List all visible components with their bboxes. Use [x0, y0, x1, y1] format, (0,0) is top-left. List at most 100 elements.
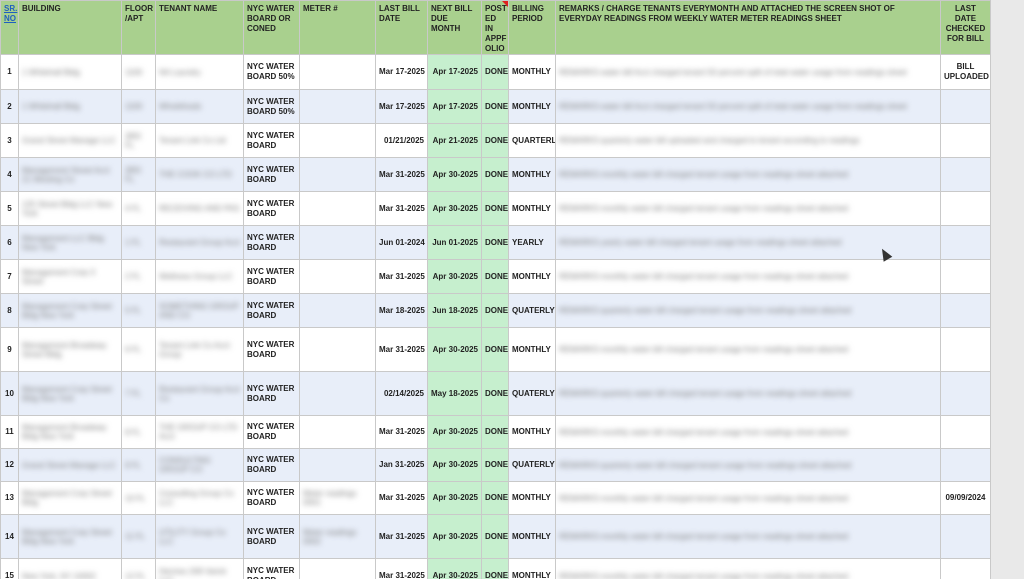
cell-floor[interactable]: 3RD FL [121, 157, 156, 192]
cell-posted[interactable]: DONE [481, 371, 509, 416]
cell-remarks[interactable]: REMARKS monthly water bill charged tenan… [555, 327, 941, 372]
cell-floor[interactable]: 12 FL [121, 558, 156, 579]
cell-posted[interactable]: DONE [481, 259, 509, 294]
cell-building[interactable]: Management Broadway Bldg New York [18, 415, 122, 449]
cell-sr-no[interactable]: 15 [0, 558, 19, 579]
cell-meter[interactable]: Meter readings 0002 [299, 514, 376, 559]
cell-meter[interactable] [299, 157, 376, 192]
cell-building[interactable]: Management Corp Street Bldg [18, 481, 122, 515]
cell-tenant[interactable]: UTILITY Group Co LLC [155, 514, 244, 559]
cell-remarks[interactable]: REMARKS quarterly water bill charged ten… [555, 371, 941, 416]
cell-remarks[interactable]: REMARKS water bill Acct charged tenant 5… [555, 89, 941, 124]
cell-next-bill[interactable]: Apr 21-2025 [427, 123, 482, 158]
cell-next-bill[interactable]: Jun 01-2025 [427, 225, 482, 260]
cell-remarks[interactable]: REMARKS monthly water bill charged tenan… [555, 415, 941, 449]
cell-building[interactable]: Management Street Acct 21 Westing Co [18, 157, 122, 192]
table-row[interactable]: 9 Management Broadway Street Bldg 6 FL Tena… [0, 327, 991, 372]
cell-period[interactable]: MONTHLY [508, 157, 556, 192]
cell-last-checked[interactable] [940, 157, 991, 192]
cell-last-checked[interactable] [940, 123, 991, 158]
cell-building[interactable]: 125 Street Bldg LLC New York [18, 191, 122, 226]
table-row[interactable]: 14 Management Corp Street Bldg New York 11… [0, 514, 991, 559]
cell-posted[interactable]: DONE [481, 89, 509, 124]
cell-last-bill[interactable]: Mar 31-2025 [375, 415, 428, 449]
cell-floor[interactable]: 1100 [121, 89, 156, 124]
cell-meter[interactable] [299, 191, 376, 226]
cell-last-checked[interactable] [940, 89, 991, 124]
cell-period[interactable]: MONTHLY [508, 481, 556, 515]
cell-meter[interactable] [299, 89, 376, 124]
cell-posted[interactable]: DONE [481, 123, 509, 158]
cell-last-checked[interactable] [940, 293, 991, 328]
cell-board[interactable]: NYC WATER BOARD [243, 327, 300, 372]
cell-board[interactable]: NYC WATER BOARD [243, 371, 300, 416]
cell-next-bill[interactable]: May 18-2025 [427, 371, 482, 416]
cell-period[interactable]: MONTHLY [508, 415, 556, 449]
table-row[interactable]: 11 Management Broadway Bldg New York 8 FL T… [0, 415, 991, 449]
cell-sr-no[interactable]: 11 [0, 415, 19, 449]
cell-board[interactable]: NYC WATER BOARD [243, 191, 300, 226]
table-row[interactable]: 4 Management Street Acct 21 Westing Co 3RD… [0, 157, 991, 192]
cell-sr-no[interactable]: 9 [0, 327, 19, 372]
cell-building[interactable]: Management Corp Street Bldg New York [18, 293, 122, 328]
cell-period[interactable]: MONTHLY [508, 327, 556, 372]
header-building[interactable]: BUILDING [18, 0, 122, 55]
cell-sr-no[interactable]: 7 [0, 259, 19, 294]
cell-posted[interactable]: DONE [481, 191, 509, 226]
cell-last-checked[interactable] [940, 558, 991, 579]
cell-last-bill[interactable]: Mar 31-2025 [375, 481, 428, 515]
cell-last-checked[interactable] [940, 371, 991, 416]
cell-building[interactable]: Management Broadway Street Bldg [18, 327, 122, 372]
cell-last-checked[interactable] [940, 448, 991, 482]
cell-tenant[interactable]: SOMETHING GROUP AND CO [155, 293, 244, 328]
cell-remarks[interactable]: REMARKS monthly water bill charged tenan… [555, 481, 941, 515]
cell-meter[interactable] [299, 415, 376, 449]
cell-sr-no[interactable]: 3 [0, 123, 19, 158]
cell-period[interactable]: QUATERLY [508, 371, 556, 416]
table-row[interactable]: 10 Management Corp Street Bldg New York 7 … [0, 371, 991, 416]
cell-floor[interactable]: 8 FL [121, 415, 156, 449]
cell-board[interactable]: NYC WATER BOARD [243, 157, 300, 192]
cell-building[interactable]: Management Corp 3 Street [18, 259, 122, 294]
cell-tenant[interactable]: Hermes 208 Varick LLC [155, 558, 244, 579]
cell-remarks[interactable]: REMARKS quarterly water bill charged ten… [555, 293, 941, 328]
cell-period[interactable]: MONTHLY [508, 191, 556, 226]
cell-building[interactable]: Management Corp Street Bldg New York [18, 371, 122, 416]
header-tenant[interactable]: TENANT NAME [155, 0, 244, 55]
cell-tenant[interactable]: Consulting Group Co LLC [155, 481, 244, 515]
cell-sr-no[interactable]: 8 [0, 293, 19, 328]
cell-period[interactable]: MONTHLY [508, 514, 556, 559]
cell-last-checked[interactable]: 09/09/2024 [940, 481, 991, 515]
cell-building[interactable]: Management LLC Bldg New York [18, 225, 122, 260]
table-row[interactable]: 13 Management Corp Street Bldg 10 FL Consul… [0, 481, 991, 515]
cell-tenant[interactable]: NA Laundry [155, 54, 244, 90]
cell-tenant[interactable]: Restaurant Group Acct [155, 225, 244, 260]
cell-tenant[interactable]: Restaurant Group Acct Co [155, 371, 244, 416]
cell-next-bill[interactable]: Apr 30-2025 [427, 558, 482, 579]
cell-floor[interactable]: 7 FL [121, 371, 156, 416]
cell-remarks[interactable]: REMARKS monthly water bill charged tenan… [555, 514, 941, 559]
cell-board[interactable]: NYC WATER BOARD [243, 415, 300, 449]
cell-board[interactable]: NYC WATER BOARD [243, 448, 300, 482]
cell-board[interactable]: NYC WATER BOARD 50% [243, 54, 300, 90]
cell-sr-no[interactable]: 12 [0, 448, 19, 482]
cell-meter[interactable]: Meter readings 0001 [299, 481, 376, 515]
header-posted[interactable]: POST ED IN APPF OLIO [481, 0, 509, 55]
cell-building[interactable]: Management Corp Street Bldg New York [18, 514, 122, 559]
cell-sr-no[interactable]: 4 [0, 157, 19, 192]
cell-remarks[interactable]: REMARKS monthly water bill charged tenan… [555, 157, 941, 192]
cell-posted[interactable]: DONE [481, 514, 509, 559]
cell-remarks[interactable]: REMARKS monthly water bill charged tenan… [555, 259, 941, 294]
cell-floor[interactable]: 3RD FL [121, 123, 156, 158]
cell-floor[interactable]: 11 FL [121, 514, 156, 559]
cell-floor[interactable]: 10 FL [121, 481, 156, 515]
cell-building[interactable]: Grand Street Manage LLC [18, 448, 122, 482]
cell-last-checked[interactable] [940, 191, 991, 226]
header-remarks[interactable]: REMARKS / CHARGE TENANTS EVERYMONTH AND … [555, 0, 941, 55]
cell-tenant[interactable]: CONSULTING GROUP CO [155, 448, 244, 482]
cell-period[interactable]: QUARTERLY [508, 123, 556, 158]
cell-meter[interactable] [299, 259, 376, 294]
cell-next-bill[interactable]: Apr 30-2025 [427, 514, 482, 559]
table-row[interactable]: 11 Whitehall Bldg 1100 NA Laundry NYC WATER… [0, 54, 991, 90]
cell-remarks[interactable]: REMARKS quarterly water bill uploaded an… [555, 123, 941, 158]
